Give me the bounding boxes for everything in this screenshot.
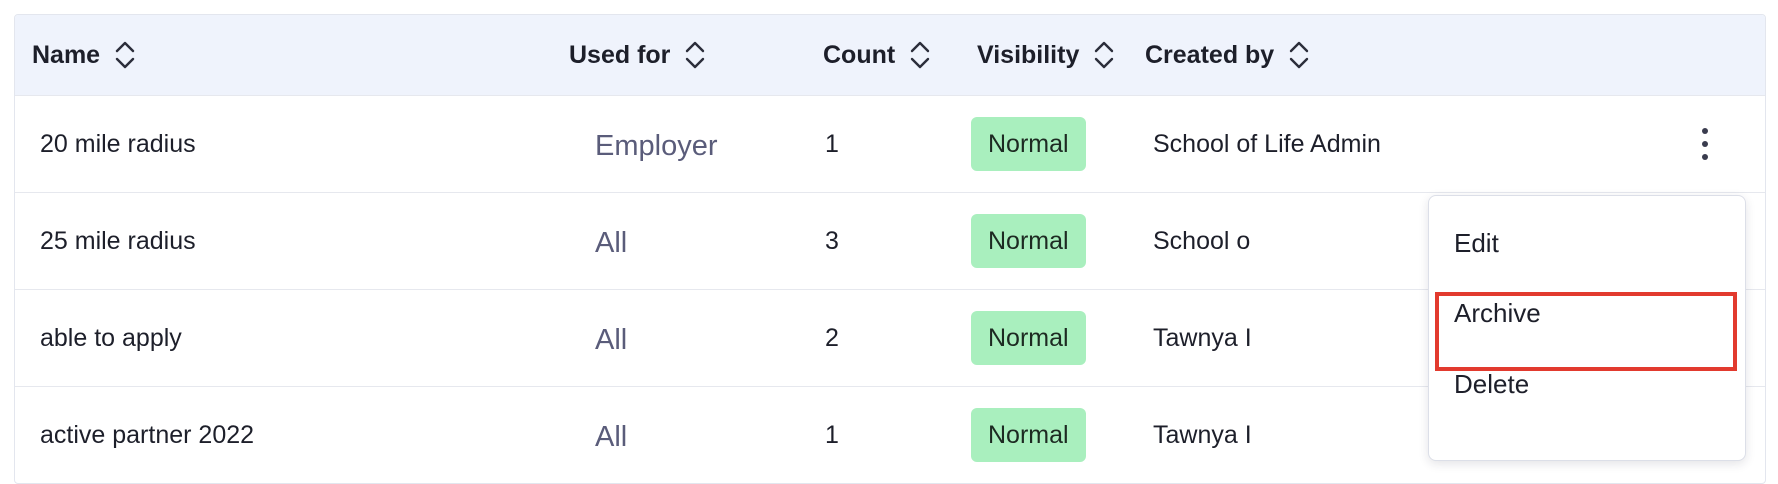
column-header-used-for[interactable]: Used for — [555, 15, 809, 96]
visibility-badge: Normal — [971, 311, 1086, 365]
table-header-row: Name Used for Count Visibility Created b… — [15, 15, 1765, 96]
cell-created-by: School of Life Admin — [1145, 95, 1765, 193]
column-header-count[interactable]: Count — [809, 15, 963, 96]
sort-icon[interactable] — [1288, 40, 1310, 70]
sort-icon[interactable] — [684, 40, 706, 70]
visibility-badge: Normal — [971, 117, 1086, 171]
sort-icon[interactable] — [1093, 40, 1115, 70]
column-header-label: Name — [32, 40, 101, 69]
column-header-label: Created by — [1145, 40, 1275, 69]
column-header-label: Visibility — [977, 40, 1080, 69]
cell-visibility: Normal — [963, 192, 1145, 290]
cell-used-for: All — [555, 386, 809, 483]
sort-icon[interactable] — [114, 40, 136, 70]
created-by-text: Tawnya I — [1153, 420, 1252, 449]
menu-item-archive[interactable]: Archive — [1454, 298, 1541, 329]
cell-count: 3 — [809, 192, 963, 290]
created-by-text: School of Life Admin — [1153, 129, 1381, 158]
cell-visibility: Normal — [963, 289, 1145, 387]
cell-name: 25 mile radius — [15, 192, 555, 290]
cell-visibility: Normal — [963, 95, 1145, 193]
cell-count: 1 — [809, 386, 963, 483]
cell-count: 1 — [809, 95, 963, 193]
column-header-visibility[interactable]: Visibility — [963, 15, 1145, 96]
menu-item-edit[interactable]: Edit — [1454, 228, 1499, 259]
cell-used-for: All — [555, 289, 809, 387]
used-for-text: All — [595, 420, 628, 453]
used-for-text: All — [595, 226, 628, 259]
cell-count: 2 — [809, 289, 963, 387]
table-row[interactable]: 20 mile radius Employer 1 Normal School … — [15, 95, 1765, 193]
column-header-label: Count — [823, 40, 896, 69]
cell-visibility: Normal — [963, 386, 1145, 483]
column-header-label: Used for — [569, 40, 671, 69]
created-by-text: School o — [1153, 226, 1251, 255]
cell-name: able to apply — [15, 289, 555, 387]
created-by-text: Tawnya I — [1153, 323, 1252, 352]
column-header-name[interactable]: Name — [15, 15, 555, 96]
menu-item-delete[interactable]: Delete — [1454, 369, 1529, 400]
row-actions-menu: Edit Archive Delete — [1428, 195, 1746, 461]
more-options-icon[interactable] — [1701, 127, 1709, 161]
cell-name: 20 mile radius — [15, 95, 555, 193]
column-header-created-by[interactable]: Created by — [1145, 15, 1765, 96]
sort-icon[interactable] — [909, 40, 931, 70]
cell-name: active partner 2022 — [15, 386, 555, 483]
used-for-text: All — [595, 323, 628, 356]
visibility-badge: Normal — [971, 214, 1086, 268]
used-for-text: Employer — [595, 129, 718, 162]
cell-used-for: Employer — [555, 95, 809, 193]
cell-used-for: All — [555, 192, 809, 290]
visibility-badge: Normal — [971, 408, 1086, 462]
